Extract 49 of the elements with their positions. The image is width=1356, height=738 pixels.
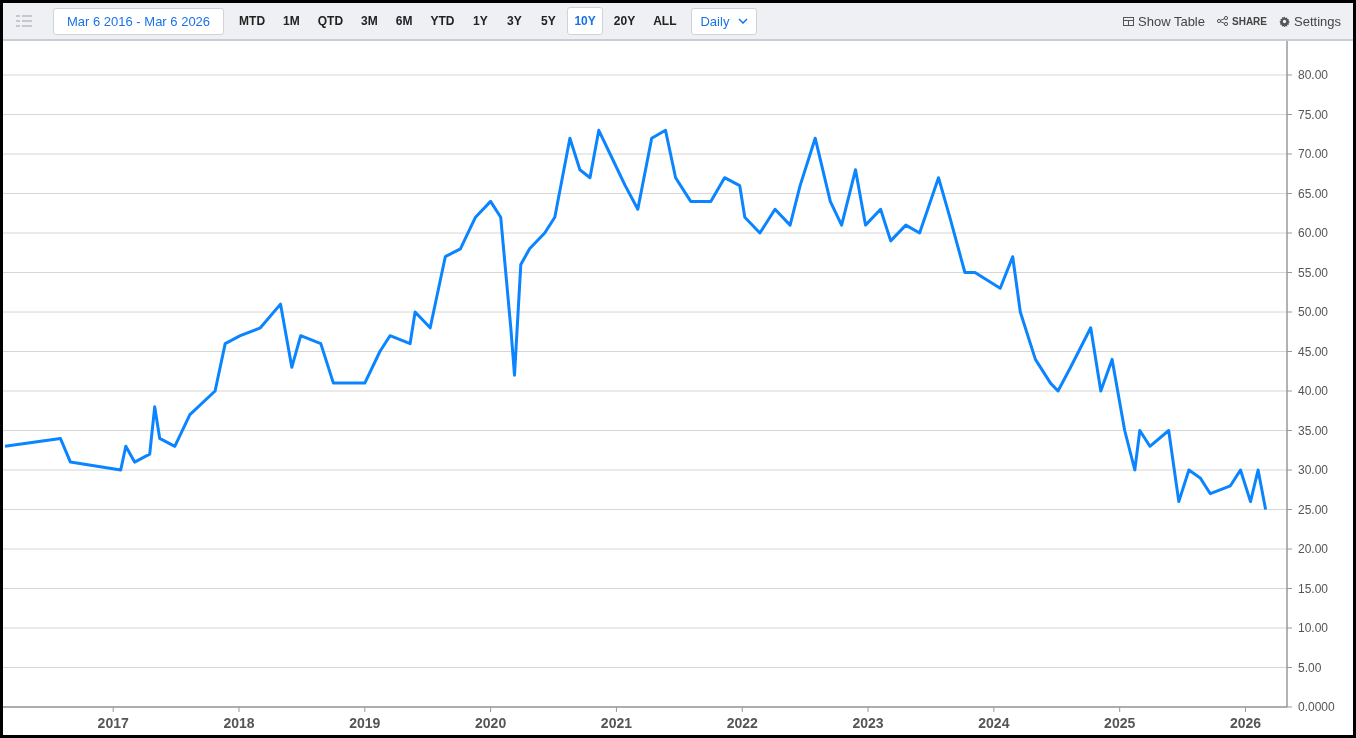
period-button[interactable]: 1Y — [465, 7, 496, 35]
period-button[interactable]: 5Y — [533, 7, 564, 35]
y-axis-label: 10.00 — [1298, 621, 1329, 635]
y-axis-label: 15.00 — [1298, 581, 1329, 596]
period-button[interactable]: 1M — [276, 7, 307, 35]
y-axis-label: 65.00 — [1298, 186, 1329, 201]
y-axis-label: 25.00 — [1298, 502, 1329, 517]
table-icon — [1123, 16, 1134, 26]
period-button[interactable]: MTD — [232, 7, 273, 35]
share-icon — [1217, 16, 1228, 26]
y-axis-label: 75.00 — [1298, 107, 1329, 122]
y-axis-label: 50.00 — [1298, 305, 1329, 319]
x-axis-label: 2018 — [223, 715, 255, 731]
y-axis-label: 70.00 — [1298, 147, 1329, 161]
period-button[interactable]: 10Y — [567, 7, 603, 35]
chevron-down-icon — [738, 18, 749, 24]
y-axis-label: 20.00 — [1298, 542, 1329, 556]
interval-dropdown[interactable]: Daily — [691, 7, 758, 35]
y-axis-label: 35.00 — [1298, 423, 1329, 438]
share-button[interactable]: SHARE — [1213, 15, 1271, 27]
y-axis-label: 55.00 — [1298, 265, 1329, 280]
x-axis-label: 2025 — [1104, 715, 1136, 731]
x-axis-label: 2019 — [349, 715, 381, 731]
y-axis-label: 0.0000 — [1298, 700, 1335, 714]
period-button[interactable]: ALL — [646, 7, 684, 35]
period-button[interactable]: 3Y — [499, 7, 530, 35]
y-axis-label: 30.00 — [1298, 463, 1329, 477]
date-range-button[interactable]: Mar 6 2016 - Mar 6 2026 — [53, 7, 225, 35]
y-axis-label: 80.00 — [1298, 68, 1329, 82]
x-axis-label: 2021 — [600, 715, 632, 731]
x-axis-label: 2024 — [978, 715, 1010, 731]
x-axis-label: 2022 — [726, 715, 758, 731]
period-button[interactable]: QTD — [310, 7, 351, 35]
period-button[interactable]: 20Y — [606, 7, 643, 35]
x-axis-label: 2026 — [1229, 715, 1262, 731]
period-button[interactable]: 3M — [354, 7, 385, 35]
x-axis-label: 2023 — [852, 715, 884, 731]
menu-icon[interactable] — [15, 12, 33, 30]
y-axis-label: 5.00 — [1298, 660, 1322, 675]
settings-icon — [1279, 15, 1290, 27]
settings-button[interactable]: Settings — [1275, 13, 1345, 29]
x-axis-label: 2020 — [475, 715, 507, 731]
period-button[interactable]: 6M — [388, 7, 420, 35]
y-axis-label: 60.00 — [1298, 226, 1329, 240]
y-axis-label: 45.00 — [1298, 344, 1329, 359]
period-button[interactable]: YTD — [423, 7, 462, 35]
table-button[interactable]: Show Table — [1119, 13, 1209, 29]
x-axis-label: 2017 — [97, 715, 129, 731]
y-axis-label: 40.00 — [1298, 384, 1329, 398]
